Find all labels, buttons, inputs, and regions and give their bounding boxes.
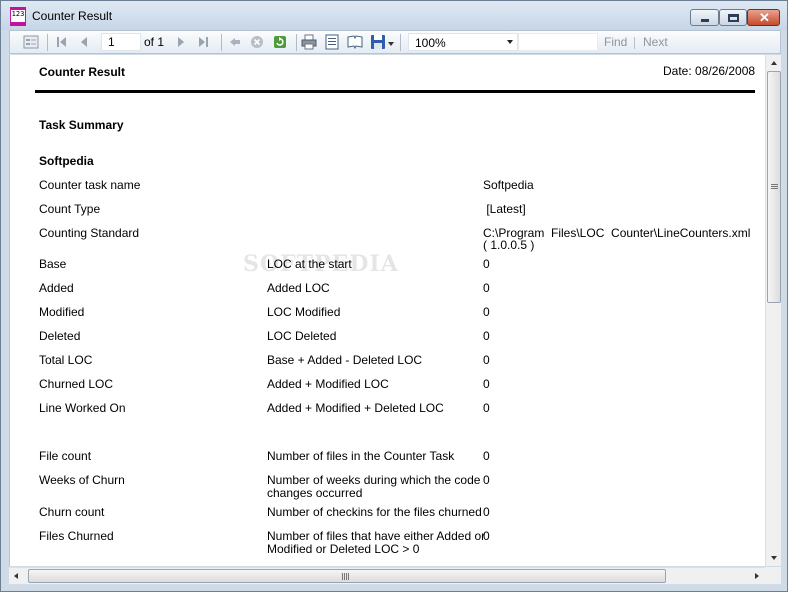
row-description: LOC Deleted	[267, 329, 337, 343]
stop-icon[interactable]	[249, 34, 265, 50]
title-bar: 123 Counter Result ✕	[1, 1, 787, 30]
row-description: Number of files that have either Added o…	[267, 529, 486, 543]
back-icon[interactable]	[227, 34, 243, 50]
row-value: 0	[483, 329, 490, 343]
save-dropdown-icon[interactable]	[388, 42, 394, 46]
row-value: 0	[483, 257, 490, 271]
horizontal-scroll-thumb[interactable]	[28, 569, 666, 583]
row-value: 0	[483, 529, 490, 543]
row-value: 0	[483, 401, 490, 415]
report-title: Counter Result	[39, 65, 126, 79]
zoom-select[interactable]: 100%	[408, 33, 518, 51]
row-label: Files Churned	[39, 529, 114, 543]
find-button[interactable]: Find	[604, 35, 627, 49]
maximize-icon	[728, 14, 739, 22]
row-description: Number of weeks during which the code	[267, 473, 481, 487]
row-label: Churned LOC	[39, 377, 114, 391]
minimize-icon	[701, 19, 709, 22]
row-value: 0	[483, 353, 490, 367]
page-number-input[interactable]: 1	[101, 33, 141, 51]
row-label: Base	[39, 257, 67, 271]
divider	[35, 90, 755, 93]
maximize-button[interactable]	[719, 9, 747, 26]
scroll-down-icon[interactable]	[771, 556, 777, 560]
row-description: Added + Modified LOC	[267, 377, 389, 391]
row-description: Base + Added - Deleted LOC	[267, 353, 423, 367]
row-label: Count Type	[39, 202, 101, 216]
chevron-down-icon	[507, 40, 513, 44]
app-window: 123 Counter Result ✕ 1 of 1 100% Find Ne…	[0, 0, 788, 592]
horizontal-scrollbar[interactable]	[9, 567, 765, 584]
row-value: 0	[483, 505, 490, 519]
zoom-value: 100%	[415, 36, 446, 50]
row-label: File count	[39, 449, 92, 463]
scroll-left-icon[interactable]	[14, 573, 18, 579]
row-label: Counter task name	[39, 178, 141, 192]
page-count-label: of 1	[144, 35, 165, 49]
last-page-icon[interactable]	[195, 34, 211, 50]
row-label: Modified	[39, 305, 85, 319]
row-label: Deleted	[39, 329, 81, 343]
scroll-up-icon[interactable]	[771, 61, 777, 65]
next-page-icon[interactable]	[173, 34, 189, 50]
next-button[interactable]: Next	[643, 35, 668, 49]
first-page-icon[interactable]	[54, 34, 70, 50]
row-label: Weeks of Churn	[39, 473, 125, 487]
print-icon[interactable]	[301, 34, 317, 50]
scroll-corner	[765, 567, 781, 584]
row-description: Number of checkins for the files churned	[267, 505, 482, 519]
toggle-parameters-icon[interactable]	[23, 34, 39, 50]
vertical-scroll-thumb[interactable]	[767, 71, 781, 303]
row-value: 0	[483, 473, 490, 487]
page-setup-icon[interactable]	[347, 34, 363, 50]
section-title: Task Summary	[39, 118, 124, 132]
row-label: Added	[39, 281, 74, 295]
row-value-line2: ( 1.0.0.5 )	[483, 238, 535, 252]
row-value: 0	[483, 281, 490, 295]
previous-page-icon[interactable]	[76, 34, 92, 50]
row-value: 0	[483, 449, 490, 463]
refresh-icon[interactable]	[272, 34, 288, 50]
row-label: Counting Standard	[39, 226, 140, 240]
row-description: LOC Modified	[267, 305, 341, 319]
find-input[interactable]	[518, 33, 598, 51]
row-value: 0	[483, 377, 490, 391]
window-title: Counter Result	[32, 9, 113, 23]
row-description: LOC at the start	[267, 257, 352, 271]
task-name-heading: Softpedia	[39, 154, 94, 168]
scroll-right-icon[interactable]	[755, 573, 759, 579]
minimize-button[interactable]	[690, 9, 719, 26]
row-value: [Latest]	[483, 202, 526, 216]
row-value: 0	[483, 305, 490, 319]
row-description: Added LOC	[267, 281, 330, 295]
row-description-line2: Modified or Deleted LOC > 0	[267, 542, 420, 556]
close-button[interactable]: ✕	[747, 9, 780, 26]
report-toolbar: 1 of 1 100% Find Next	[9, 30, 781, 54]
close-icon: ✕	[759, 10, 770, 25]
row-description-line2: changes occurred	[267, 486, 363, 500]
save-icon[interactable]	[370, 34, 386, 50]
row-description: Added + Modified + Deleted LOC	[267, 401, 444, 415]
report-viewport: SOFTPEDIA Counter Result Date: 08/26/200…	[9, 55, 765, 566]
row-label: Total LOC	[39, 353, 93, 367]
row-value: Softpedia	[483, 178, 534, 192]
row-description: Number of files in the Counter Task	[267, 449, 455, 463]
vertical-scrollbar[interactable]	[765, 55, 781, 566]
app-icon: 123	[10, 7, 26, 26]
row-label: Churn count	[39, 505, 105, 519]
row-label: Line Worked On	[39, 401, 126, 415]
print-layout-icon[interactable]	[324, 34, 340, 50]
report-date: Date: 08/26/2008	[663, 64, 756, 78]
